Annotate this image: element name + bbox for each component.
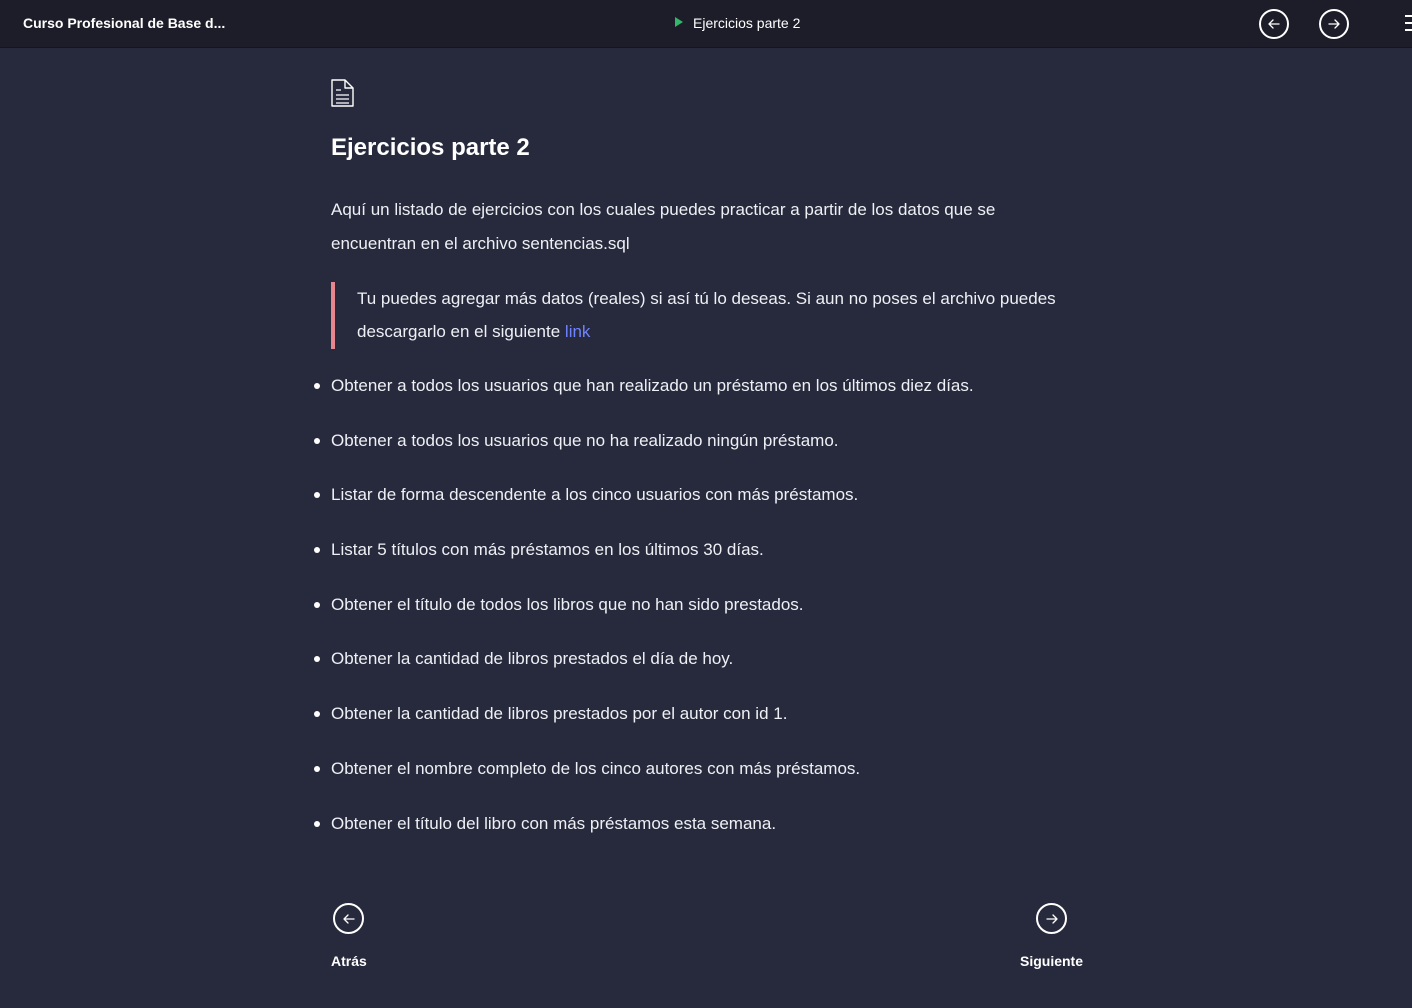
list-item: Obtener el título de todos los libros qu… xyxy=(312,587,974,642)
bullet-icon xyxy=(314,437,320,444)
bullet-icon xyxy=(314,765,320,772)
callout-note: Tu puedes agregar más datos (reales) si … xyxy=(331,282,1071,349)
current-lesson-indicator: Ejercicios parte 2 xyxy=(675,15,800,31)
exercise-list: Obtener a todos los usuarios que han rea… xyxy=(312,368,974,860)
download-link[interactable]: link xyxy=(565,322,591,341)
exercise-text: Listar de forma descendente a los cinco … xyxy=(331,485,859,505)
list-item: Obtener el nombre completo de los cinco … xyxy=(312,751,974,806)
next-navigation[interactable]: Siguiente xyxy=(1020,903,1083,969)
list-item: Obtener a todos los usuarios que no ha r… xyxy=(312,423,974,478)
bullet-icon xyxy=(314,492,320,499)
next-button[interactable] xyxy=(1035,903,1067,934)
exercise-text: Obtener la cantidad de libros prestados … xyxy=(331,649,734,669)
bullet-icon xyxy=(314,656,320,663)
exercise-text: Listar 5 títulos con más préstamos en lo… xyxy=(331,540,764,560)
list-item: Obtener a todos los usuarios que han rea… xyxy=(312,368,974,423)
list-item: Listar 5 títulos con más préstamos en lo… xyxy=(312,532,974,587)
arrow-left-icon xyxy=(1268,19,1280,29)
arrow-right-icon xyxy=(1045,914,1058,924)
arrow-left-icon xyxy=(342,914,355,924)
bullet-icon xyxy=(314,547,320,554)
current-lesson-label: Ejercicios parte 2 xyxy=(693,15,801,31)
back-button[interactable] xyxy=(332,903,364,934)
top-bar: Curso Profesional de Base d... Ejercicio… xyxy=(0,0,1412,48)
bullet-icon xyxy=(314,383,320,389)
exercise-text: Obtener a todos los usuarios que no ha r… xyxy=(331,430,839,450)
intro-paragraph: Aquí un listado de ejercicios con los cu… xyxy=(331,200,996,253)
list-item: Obtener la cantidad de libros prestados … xyxy=(312,696,974,751)
next-label[interactable]: Siguiente xyxy=(1020,953,1083,969)
play-icon xyxy=(675,17,683,27)
course-title[interactable]: Curso Profesional de Base d... xyxy=(23,15,225,31)
back-navigation[interactable]: Atrás xyxy=(331,903,367,969)
back-label[interactable]: Atrás xyxy=(331,953,367,969)
list-item: Listar de forma descendente a los cinco … xyxy=(312,477,974,532)
bullet-icon xyxy=(314,820,320,827)
exercise-text: Obtener a todos los usuarios que han rea… xyxy=(331,376,974,395)
exercise-text: Obtener el título de todos los libros qu… xyxy=(331,594,804,614)
previous-lesson-button[interactable] xyxy=(1259,9,1289,39)
callout-text: Tu puedes agregar más datos (reales) si … xyxy=(357,289,1056,341)
exercise-text: Obtener el título del libro con más prés… xyxy=(331,813,777,833)
arrow-right-icon xyxy=(1328,19,1340,29)
page-title: Ejercicios parte 2 xyxy=(331,134,530,161)
list-item: Obtener el título del libro con más prés… xyxy=(312,806,974,861)
list-item: Obtener la cantidad de libros prestados … xyxy=(312,641,974,696)
exercise-text: Obtener la cantidad de libros prestados … xyxy=(331,704,788,724)
menu-icon[interactable] xyxy=(1405,15,1412,31)
next-lesson-button[interactable] xyxy=(1319,9,1349,39)
bullet-icon xyxy=(314,601,320,608)
bullet-icon xyxy=(314,711,320,718)
exercise-text: Obtener el nombre completo de los cinco … xyxy=(331,758,861,778)
document-icon xyxy=(330,78,355,113)
